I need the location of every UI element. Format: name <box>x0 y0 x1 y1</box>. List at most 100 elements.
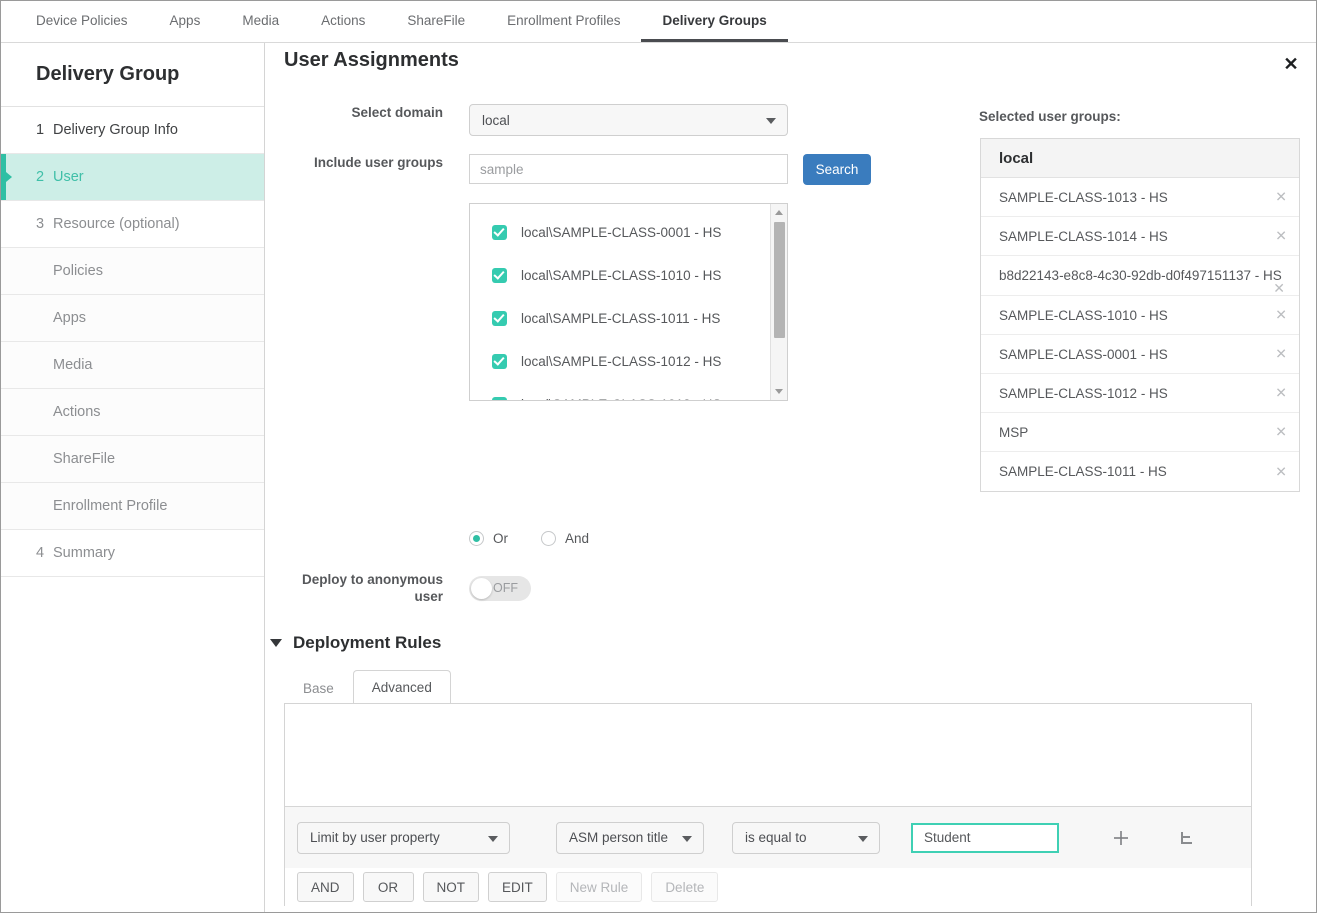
remove-group-icon[interactable]: ✕ <box>1275 189 1287 206</box>
branch-icon[interactable] <box>1170 821 1204 855</box>
radio-and[interactable] <box>541 531 556 546</box>
rules-tab-advanced[interactable]: Advanced <box>353 670 451 704</box>
selected-group-row: SAMPLE-CLASS-1010 - HS ✕ <box>981 296 1299 335</box>
sidebar-item-sharefile[interactable]: ShareFile <box>1 436 264 483</box>
sidebar-item-user[interactable]: 2User <box>1 154 264 201</box>
sidebar-item-apps[interactable]: Apps <box>1 295 264 342</box>
selected-group-row: SAMPLE-CLASS-1011 - HS✕ <box>981 452 1299 491</box>
group-checkbox-row[interactable]: local\SAMPLE-CLASS-1010 - HS <box>470 254 770 297</box>
selected-group-label: SAMPLE-CLASS-1010 - HS <box>999 308 1168 323</box>
selected-groups-label: Selected user groups: <box>979 109 1121 124</box>
selected-group-row: SAMPLE-CLASS-0001 - HS✕ <box>981 335 1299 374</box>
selected-group-row: SAMPLE-CLASS-1013 - HS ✕ <box>981 178 1299 217</box>
tab-delivery-groups[interactable]: Delivery Groups <box>641 1 787 42</box>
checkbox-checked-icon[interactable] <box>492 311 507 326</box>
tab-sharefile[interactable]: ShareFile <box>386 1 486 42</box>
checkbox-checked-icon[interactable] <box>492 225 507 240</box>
select-domain-label: Select domain <box>279 104 469 121</box>
selected-group-label: SAMPLE-CLASS-1013 - HS <box>999 190 1168 205</box>
select-domain-value: local <box>482 113 510 128</box>
sidebar-item-label: Actions <box>53 404 101 420</box>
sidebar-item-resource-optional-[interactable]: 3Resource (optional) <box>1 201 264 248</box>
selected-group-row: MSP✕ <box>981 413 1299 452</box>
sidebar-item-enrollment-profile[interactable]: Enrollment Profile <box>1 483 264 530</box>
checkbox-checked-icon[interactable] <box>492 354 507 369</box>
sidebar-item-label: Delivery Group Info <box>53 122 178 138</box>
sidebar-item-label: Enrollment Profile <box>53 498 167 514</box>
select-domain-dropdown[interactable]: local <box>469 104 788 136</box>
radio-or[interactable] <box>469 531 484 546</box>
scroll-up-icon[interactable] <box>775 210 783 215</box>
sidebar-item-policies[interactable]: Policies <box>1 248 264 295</box>
radio-or-label[interactable]: Or <box>493 531 508 546</box>
collapse-triangle-icon <box>270 639 282 647</box>
selected-group-label: SAMPLE-CLASS-1012 - HS <box>999 386 1168 401</box>
checkbox-checked-icon[interactable] <box>492 397 507 401</box>
selected-groups-header: local <box>981 139 1299 178</box>
remove-group-icon[interactable]: ✕ <box>1275 424 1287 441</box>
rule-button-not[interactable]: NOT <box>423 872 480 902</box>
sidebar-item-label: User <box>53 169 84 185</box>
rule-property-value: ASM person title <box>569 830 668 845</box>
selected-group-row: SAMPLE-CLASS-1012 - HS ✕ <box>981 374 1299 413</box>
group-checkbox-row[interactable]: local\SAMPLE-CLASS-1013 - HS <box>470 383 770 401</box>
anonymous-user-row: Deploy to anonymous user OFF <box>279 571 531 605</box>
checkbox-checked-icon[interactable] <box>492 268 507 283</box>
remove-group-icon[interactable]: ✕ <box>1275 463 1287 480</box>
sidebar-item-delivery-group-info[interactable]: 1Delivery Group Info <box>1 107 264 154</box>
anonymous-user-toggle[interactable]: OFF <box>469 576 531 601</box>
search-button[interactable]: Search <box>803 154 871 185</box>
sidebar-item-summary[interactable]: 4Summary <box>1 530 264 577</box>
remove-group-icon[interactable]: ✕ <box>1275 385 1287 402</box>
sidebar-item-number: 3 <box>36 216 53 232</box>
include-user-groups-label: Include user groups <box>279 154 469 171</box>
group-checkbox-label: local\SAMPLE-CLASS-1012 - HS <box>521 354 721 369</box>
deployment-rules-header[interactable]: Deployment Rules <box>270 633 441 653</box>
group-checkbox-row[interactable]: local\SAMPLE-CLASS-1012 - HS <box>470 340 770 383</box>
application-window: Device PoliciesAppsMediaActionsShareFile… <box>0 0 1317 913</box>
rule-button-new-rule: New Rule <box>556 872 643 902</box>
sidebar-item-label: Resource (optional) <box>53 216 180 232</box>
rules-tab-base[interactable]: Base <box>284 673 353 703</box>
sidebar-item-label: Summary <box>53 545 115 561</box>
group-checkbox-label: local\SAMPLE-CLASS-0001 - HS <box>521 225 721 240</box>
rule-operator-value: is equal to <box>745 830 807 845</box>
sidebar-item-actions[interactable]: Actions <box>1 389 264 436</box>
tab-device-policies[interactable]: Device Policies <box>15 1 149 42</box>
rule-button-or[interactable]: OR <box>363 872 414 902</box>
tab-apps[interactable]: Apps <box>149 1 222 42</box>
sidebar-item-media[interactable]: Media <box>1 342 264 389</box>
selected-groups-panel: local SAMPLE-CLASS-1013 - HS✕SAMPLE-CLAS… <box>980 138 1300 492</box>
scroll-down-icon[interactable] <box>775 389 783 394</box>
remove-group-icon[interactable]: ✕ <box>1273 280 1285 297</box>
group-checkbox-row[interactable]: local\SAMPLE-CLASS-0001 - HS <box>470 211 770 254</box>
group-checkbox-label: local\SAMPLE-CLASS-1013 - HS <box>521 397 721 401</box>
list-scrollbar[interactable] <box>770 204 787 400</box>
toggle-knob <box>471 578 492 599</box>
sidebar-item-label: Media <box>53 357 93 373</box>
plus-icon[interactable] <box>1104 821 1138 855</box>
rule-value-input[interactable]: Student <box>911 823 1059 853</box>
rule-button-edit[interactable]: EDIT <box>488 872 547 902</box>
sidebar-item-number: 2 <box>36 169 53 185</box>
tab-actions[interactable]: Actions <box>300 1 386 42</box>
rule-operator-dropdown[interactable]: is equal to <box>732 822 880 854</box>
selected-group-label: SAMPLE-CLASS-1014 - HS <box>999 229 1168 244</box>
tab-enrollment-profiles[interactable]: Enrollment Profiles <box>486 1 641 42</box>
tab-media[interactable]: Media <box>221 1 300 42</box>
deployment-rules-tabs: BaseAdvanced <box>284 670 451 703</box>
rule-property-dropdown[interactable]: ASM person title <box>556 822 704 854</box>
scrollbar-thumb[interactable] <box>774 222 785 338</box>
rule-button-and[interactable]: AND <box>297 872 354 902</box>
sidebar-item-number: 4 <box>36 545 53 561</box>
remove-group-icon[interactable]: ✕ <box>1275 228 1287 245</box>
remove-group-icon[interactable]: ✕ <box>1275 307 1287 324</box>
include-user-groups-input[interactable]: sample <box>469 154 788 184</box>
remove-group-icon[interactable]: ✕ <box>1275 346 1287 363</box>
toggle-state-label: OFF <box>493 581 518 595</box>
rule-scope-dropdown[interactable]: Limit by user property <box>297 822 510 854</box>
radio-and-label[interactable]: And <box>565 531 589 546</box>
chevron-down-icon <box>488 836 498 842</box>
close-icon[interactable]: ✕ <box>1278 51 1304 77</box>
group-checkbox-row[interactable]: local\SAMPLE-CLASS-1011 - HS <box>470 297 770 340</box>
